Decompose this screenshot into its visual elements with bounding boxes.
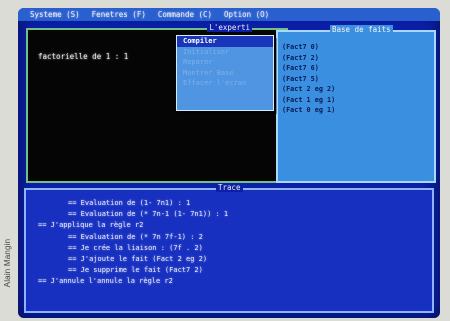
expert-window-title: L'experti [207, 23, 252, 32]
trace-window: Trace == Evaluation de (1- 7n1) : 1 == E… [24, 183, 434, 313]
trace-line: == Je crée la liaison : (7f . 2) [68, 243, 203, 252]
menu-option[interactable]: Option (O) [212, 10, 269, 19]
computer-screen: Systeme (S) Fenetres (F) Commande (C) Op… [18, 8, 440, 318]
photo-credit: Alain Mangin [3, 238, 12, 288]
trace-line: == J'annule l'annule la règle r2 [38, 277, 173, 286]
menu-item-initialiser[interactable]: Initialiser [177, 47, 273, 58]
menu-systeme[interactable]: Systeme (S) [18, 10, 80, 19]
fact-item: (Fact7 0) [282, 43, 319, 51]
trace-line: == Evaluation de (* 7n-1 (1- 7n1)) : 1 [68, 210, 229, 219]
menu-fenetres[interactable]: Fenetres (F) [80, 10, 146, 19]
fact-item: (Fact 2 eg 2) [282, 85, 336, 93]
commande-dropdown-menu: Compiler Initialiser Reparer Montrer Bas… [176, 35, 274, 111]
photo-frame: Alain Mangin Systeme (S) Fenetres (F) Co… [0, 0, 450, 321]
fact-item: (Fact 1 eg 1) [282, 95, 336, 104]
fact-item: (Fact 0 eg 1) [282, 106, 336, 114]
menu-item-effacer-ecran[interactable]: Effacer l'ecran [177, 78, 273, 89]
facts-window-title: Base de faits [330, 25, 393, 34]
expert-output: factorielle de 1 : 1 [38, 52, 129, 61]
menu-item-compiler[interactable]: Compiler [177, 36, 273, 47]
trace-line: == Evaluation de (* 7n 7f-1) : 2 [68, 232, 203, 241]
facts-list: (Fact7 0) (Fact7 2) (Fact7 6) (Fact7 5) … [282, 42, 335, 116]
trace-list: == Evaluation de (1- 7n1) : 1 == Evaluat… [34, 198, 228, 288]
trace-line: == J'applique la règle r2 [38, 221, 144, 230]
trace-line: == Evaluation de (1- 7n1) : 1 [68, 199, 191, 207]
trace-window-title: Trace [216, 183, 243, 192]
fact-item: (Fact7 2) [282, 53, 319, 62]
trace-line: == Je supprime le fait (Fact7 2) [68, 266, 203, 275]
fact-item: (Fact7 6) [282, 64, 319, 72]
facts-window: Base de faits (Fact7 0) (Fact7 2) (Fact7… [276, 25, 436, 183]
menu-item-montrer-base[interactable]: Montrer Base [177, 68, 273, 79]
menu-item-reparer[interactable]: Reparer [177, 57, 273, 68]
menu-commande[interactable]: Commande (C) [146, 10, 212, 19]
trace-line: == J'ajoute le fait (Fact 2 eg 2) [68, 255, 208, 264]
menu-bar: Systeme (S) Fenetres (F) Commande (C) Op… [18, 8, 440, 21]
fact-item: (Fact7 5) [282, 74, 319, 83]
